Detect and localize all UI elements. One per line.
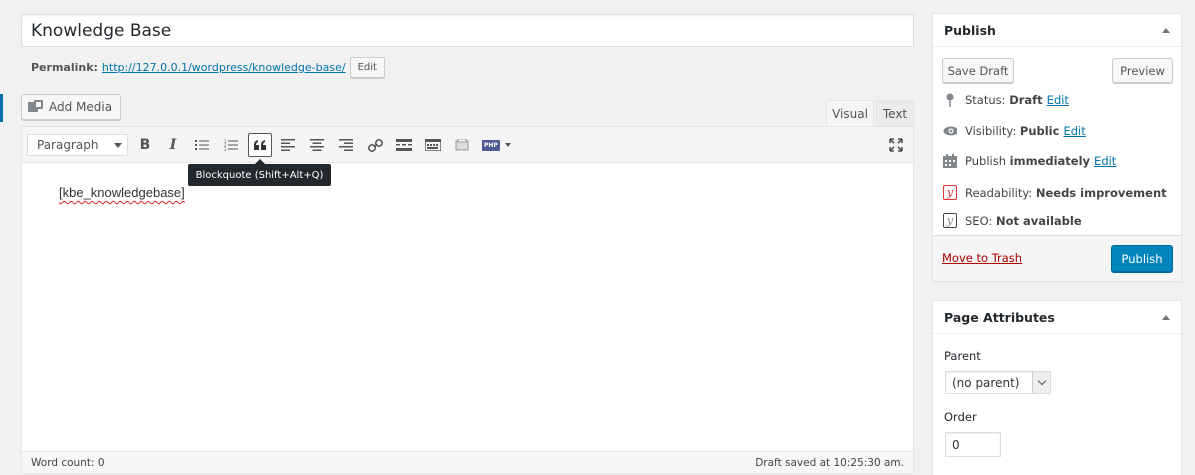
permalink-edit-button[interactable]: Edit <box>349 56 385 78</box>
editor-toolbar: Paragraph B I 123 PHP <box>22 127 913 163</box>
align-center-icon[interactable] <box>305 133 329 157</box>
blockquote-icon[interactable] <box>248 133 272 157</box>
collapse-arrow-icon[interactable] <box>1162 27 1170 33</box>
post-title-input[interactable] <box>22 15 913 46</box>
permalink-url-link[interactable]: http://127.0.0.1/wordpress/knowledge-bas… <box>102 61 346 74</box>
yoast-readability-icon: y <box>943 185 957 200</box>
bold-icon[interactable]: B <box>133 133 157 157</box>
align-left-icon[interactable] <box>276 133 300 157</box>
status-row: Status: Draft Edit <box>943 93 1069 107</box>
publish-box-header[interactable]: Publish <box>933 14 1181 47</box>
autosave-status: Draft saved at 10:25:30 am. <box>755 456 904 469</box>
editor-content[interactable]: [kbe_knowledgebase] <box>59 185 185 200</box>
read-more-icon[interactable] <box>392 133 416 157</box>
format-select-value: Paragraph <box>37 138 99 152</box>
preview-button[interactable]: Preview <box>1112 58 1173 83</box>
permalink-label: Permalink: <box>31 60 98 74</box>
readability-row: y Readability: Needs improvement <box>943 185 1167 200</box>
visibility-value: Public <box>1019 124 1060 138</box>
collapse-arrow-icon[interactable] <box>1162 314 1170 320</box>
title-field-wrap[interactable] <box>21 14 914 47</box>
visibility-row: Visibility: Public Edit <box>943 124 1086 138</box>
word-count: Word count: 0 <box>31 456 105 469</box>
blockquote-tooltip: Blockquote (Shift+Alt+Q) <box>188 159 331 186</box>
php-icon[interactable]: PHP <box>478 133 512 157</box>
publish-box-title: Publish <box>944 22 996 38</box>
media-icon <box>28 100 44 114</box>
schedule-edit-link[interactable]: Edit <box>1094 154 1116 168</box>
publish-box: Publish Save Draft Preview Status: Draft… <box>932 13 1182 282</box>
eye-icon <box>943 126 957 136</box>
format-select[interactable]: Paragraph <box>27 134 128 156</box>
page-attributes-title: Page Attributes <box>944 309 1055 325</box>
dropdown-arrow-icon <box>114 143 122 148</box>
visibility-label: Visibility: <box>965 124 1017 138</box>
schedule-label: Publish <box>965 154 1006 168</box>
page-attributes-box: Page Attributes Parent (no parent) Order… <box>932 300 1182 475</box>
seo-row: y SEO: Not available <box>943 213 1082 228</box>
page-attributes-header[interactable]: Page Attributes <box>933 301 1181 334</box>
admin-menu-edge <box>0 0 3 475</box>
schedule-value: immediately <box>1009 154 1091 168</box>
schedule-row: Publish immediately Edit <box>943 154 1116 168</box>
readability-label: Readability: <box>965 185 1033 200</box>
permalink-row: Permalink: http://127.0.0.1/wordpress/kn… <box>31 56 385 78</box>
link-icon[interactable] <box>363 133 387 157</box>
toolbar-toggle-icon[interactable] <box>421 133 445 157</box>
seo-label: SEO: <box>965 213 993 228</box>
chevron-down-icon <box>1032 372 1050 393</box>
order-label: Order <box>944 410 977 424</box>
add-media-button[interactable]: Add Media <box>21 94 122 120</box>
align-right-icon[interactable] <box>334 133 358 157</box>
tab-text[interactable]: Text <box>876 100 914 127</box>
save-draft-button[interactable]: Save Draft <box>942 58 1014 83</box>
yoast-seo-icon: y <box>943 213 957 228</box>
order-input[interactable]: 0 <box>945 432 1001 457</box>
parent-select[interactable]: (no parent) <box>945 371 1051 394</box>
order-value: 0 <box>952 437 960 452</box>
calendar-icon <box>943 154 957 168</box>
tab-visual[interactable]: Visual <box>826 100 874 127</box>
admin-menu-active-indicator <box>0 94 3 122</box>
shortcode-text: [kbe_knowledgebase] <box>59 185 185 200</box>
dropdown-arrow-icon <box>504 143 511 147</box>
editor-statusbar: Word count: 0 Draft saved at 10:25:30 am… <box>22 451 913 473</box>
numbered-list-icon[interactable]: 123 <box>219 133 243 157</box>
bulleted-list-icon[interactable] <box>190 133 214 157</box>
fullscreen-icon[interactable] <box>884 133 908 157</box>
publish-button[interactable]: Publish <box>1111 245 1173 272</box>
shortcode-icon[interactable] <box>450 133 474 157</box>
status-value: Draft <box>1009 93 1043 107</box>
editor: Paragraph B I 123 PHP Blockquote (Shift+… <box>21 126 914 474</box>
pin-icon <box>943 93 957 107</box>
parent-select-value: (no parent) <box>952 375 1020 390</box>
svg-text:3: 3 <box>224 147 227 151</box>
status-label: Status: <box>965 93 1006 107</box>
parent-label: Parent <box>944 349 981 363</box>
readability-value: Needs improvement <box>1035 185 1167 200</box>
add-media-label: Add Media <box>49 100 113 114</box>
visibility-edit-link[interactable]: Edit <box>1063 124 1085 138</box>
italic-icon[interactable]: I <box>161 133 185 157</box>
publish-actions: Move to Trash Publish <box>933 235 1181 281</box>
status-edit-link[interactable]: Edit <box>1047 93 1069 107</box>
seo-value: Not available <box>995 213 1082 228</box>
move-to-trash-link[interactable]: Move to Trash <box>942 251 1022 265</box>
